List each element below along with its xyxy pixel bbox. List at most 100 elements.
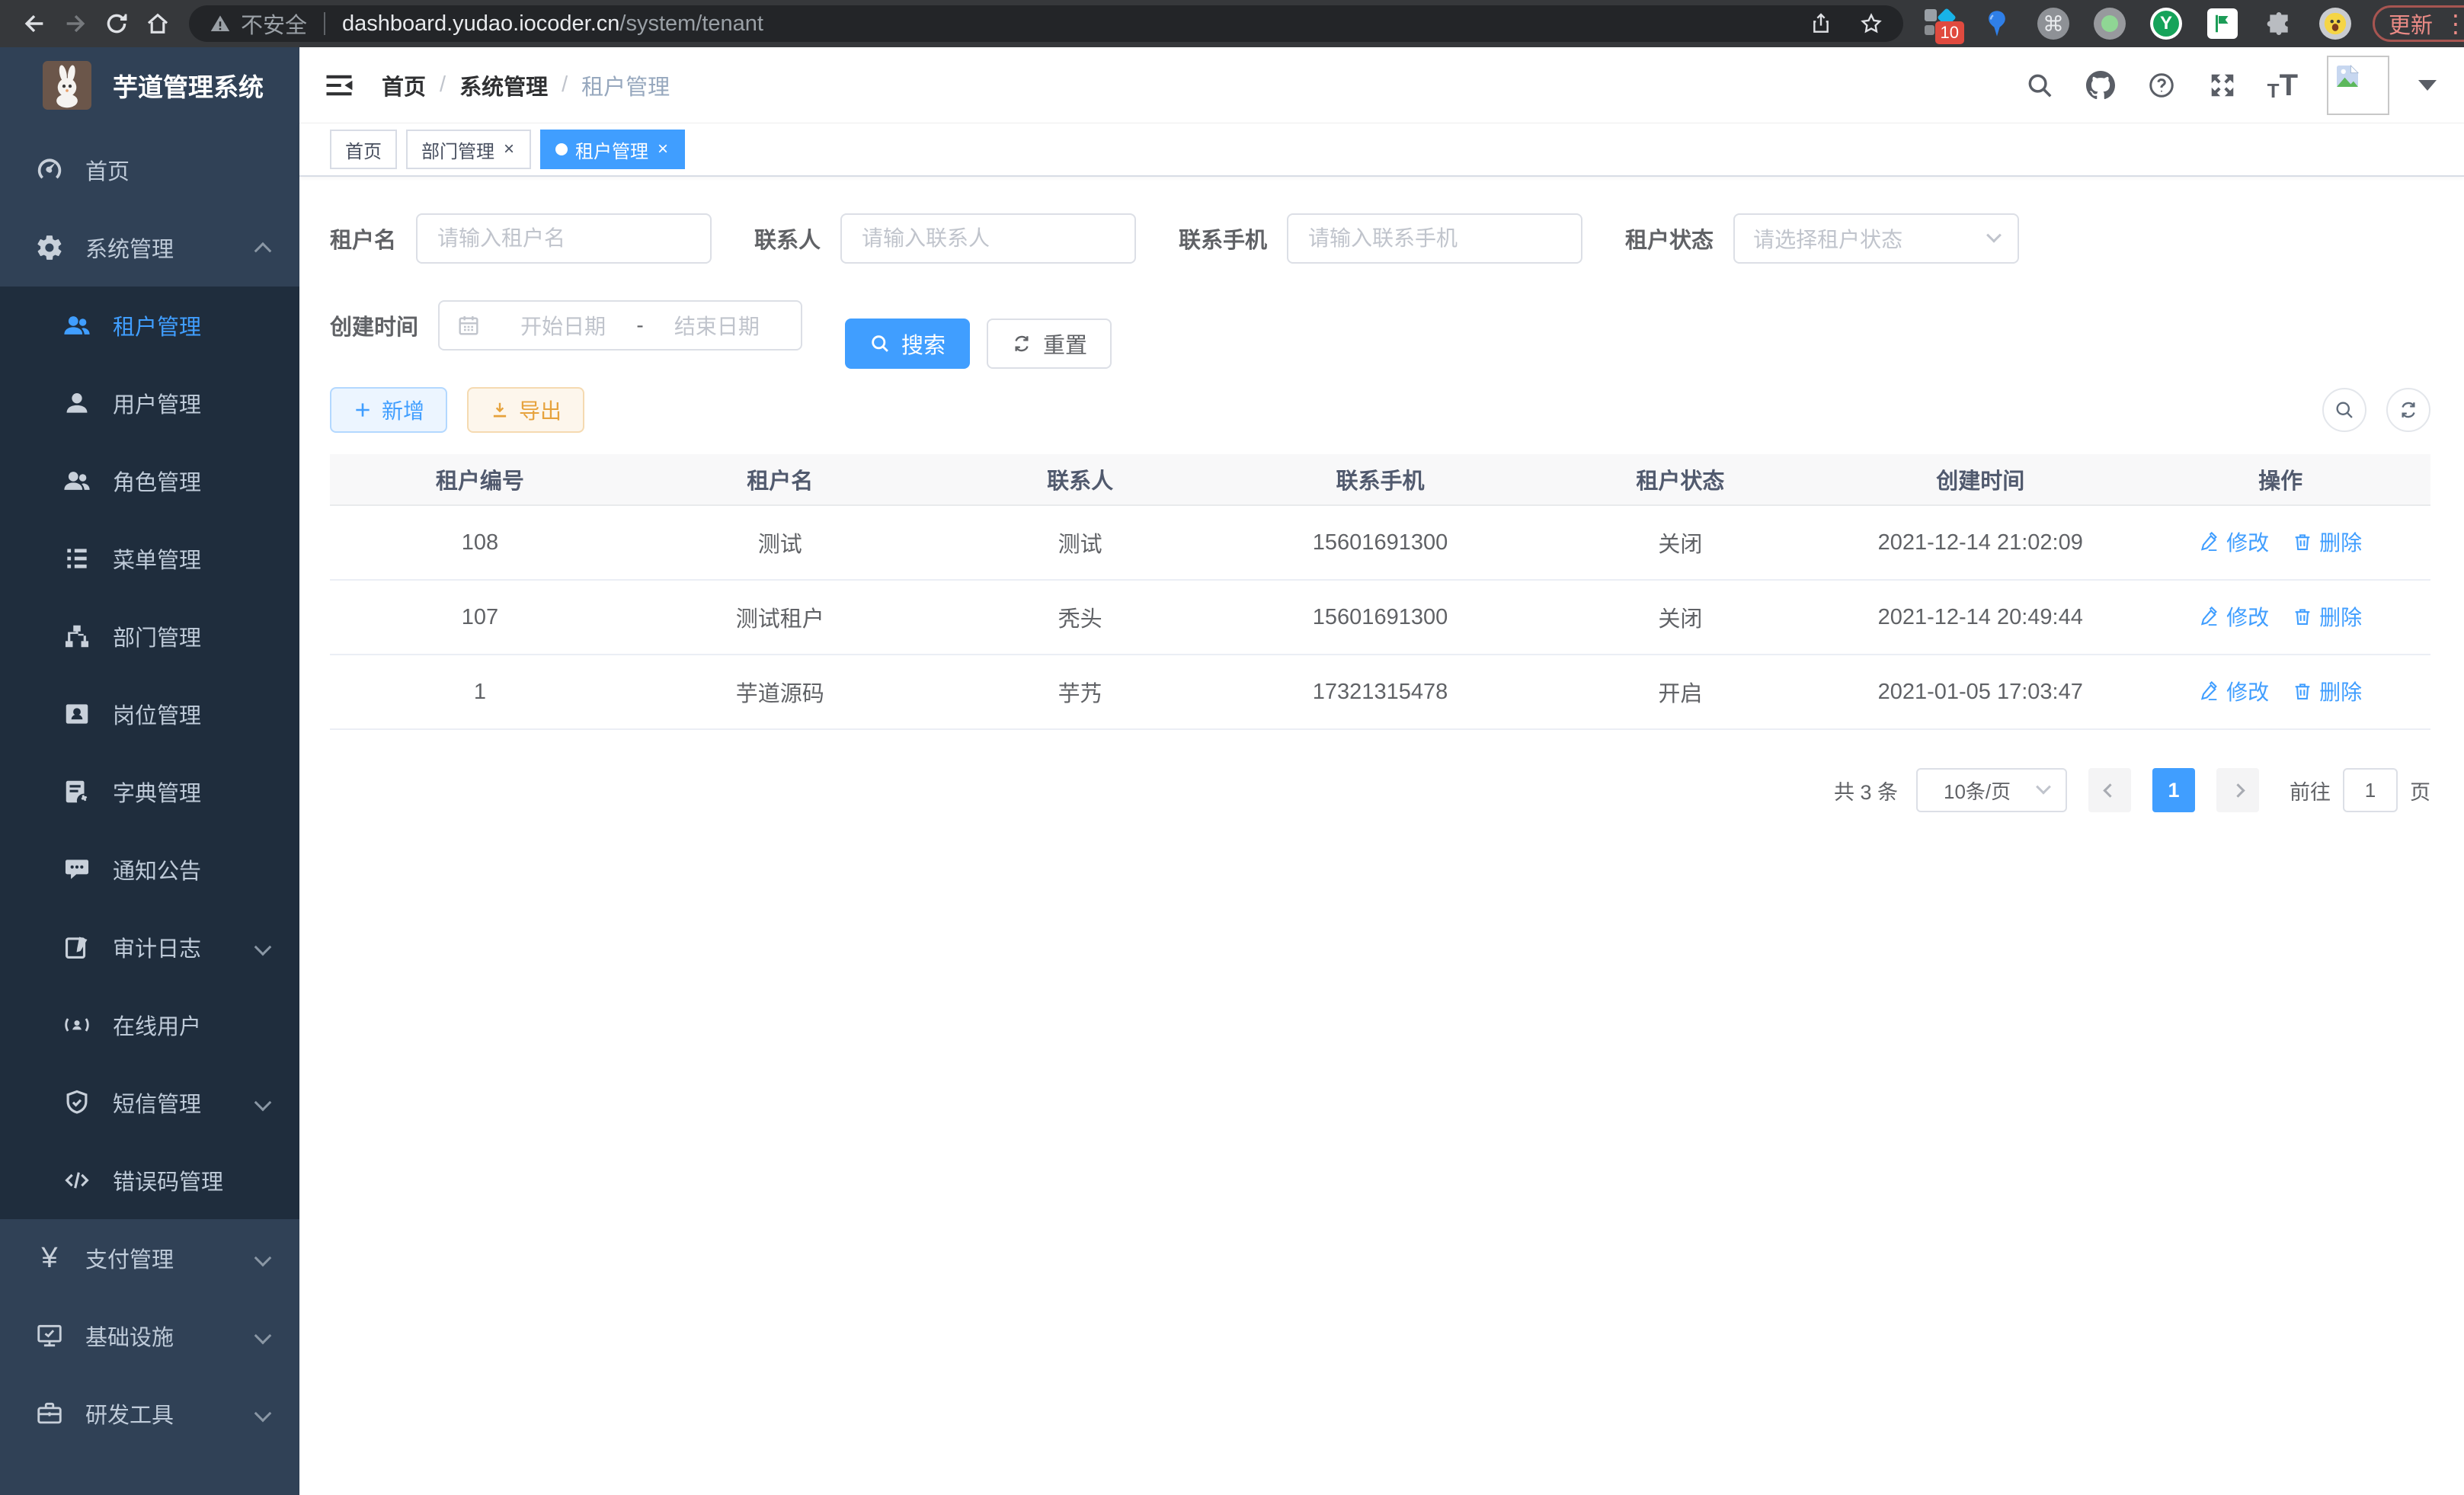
sidebar-item-post-management[interactable]: 岗位管理 — [0, 675, 299, 753]
contact-input[interactable] — [840, 213, 1136, 264]
browser-menu-kebab-icon[interactable]: ⋮ — [2443, 11, 2464, 36]
sidebar-item-sms-management[interactable]: 短信管理 — [0, 1064, 299, 1141]
status-select[interactable]: 请选择租户状态 — [1733, 213, 2019, 264]
browser-back-button[interactable] — [14, 3, 55, 44]
sidebar-item-infrastructure[interactable]: 基础设施 — [0, 1297, 299, 1375]
reset-button[interactable]: 重置 — [987, 319, 1112, 369]
tab-label: 首页 — [345, 136, 382, 163]
sidebar-item-user-management[interactable]: 用户管理 — [0, 364, 299, 442]
url-path[interactable]: /system/tenant — [619, 11, 763, 37]
toggle-search-button[interactable] — [2322, 388, 2366, 432]
extension-grid-icon[interactable]: 10 — [1923, 6, 1958, 41]
refresh-button[interactable] — [2386, 388, 2430, 432]
create-time-range-picker[interactable]: 开始日期 - 结束日期 — [438, 300, 802, 351]
tab-close-icon[interactable]: × — [656, 140, 670, 158]
table-cell: 15601691300 — [1230, 605, 1531, 630]
tenant-name-input[interactable] — [416, 213, 712, 264]
add-button[interactable]: 新增 — [330, 387, 447, 433]
delete-link[interactable]: 删除 — [2292, 527, 2362, 557]
sidebar-item-system-management[interactable]: 系统管理 — [0, 209, 299, 287]
sidebar-item-dept-management[interactable]: 部门管理 — [0, 597, 299, 675]
browser-forward-button[interactable] — [55, 3, 96, 44]
security-label[interactable]: 不安全 — [241, 8, 307, 40]
url-host[interactable]: dashboard.yudao.iocoder.cn — [342, 11, 619, 37]
extension-flag-icon[interactable] — [2205, 6, 2240, 41]
goto-page-input[interactable] — [2343, 768, 2398, 812]
header-search-icon[interactable] — [2024, 69, 2056, 101]
profile-avatar-icon[interactable] — [2318, 6, 2353, 41]
gear-icon — [35, 233, 64, 262]
sidebar-item-error-code-management[interactable]: 错误码管理 — [0, 1141, 299, 1219]
extension-y-icon[interactable]: Y — [2149, 6, 2184, 41]
tree-icon — [62, 544, 91, 573]
calendar-icon — [456, 313, 481, 338]
search-button[interactable]: 搜索 — [845, 319, 970, 369]
page-size-select[interactable]: 10条/页 — [1916, 768, 2067, 812]
mobile-input[interactable] — [1287, 213, 1582, 264]
delete-link[interactable]: 删除 — [2292, 676, 2362, 706]
sidebar-item-menu-management[interactable]: 菜单管理 — [0, 520, 299, 597]
user-avatar[interactable] — [2327, 56, 2389, 115]
tab-close-icon[interactable]: × — [502, 140, 516, 158]
table-cell: 1 — [330, 680, 630, 705]
avatar-caret-icon[interactable] — [2418, 80, 2437, 91]
sidebar-item-role-management[interactable]: 角色管理 — [0, 442, 299, 520]
breadcrumb-item[interactable]: 系统管理 — [459, 69, 548, 101]
pen-icon — [2199, 680, 2220, 702]
help-icon[interactable] — [2146, 69, 2178, 101]
table-cell: 秃头 — [930, 601, 1230, 633]
edit-link[interactable]: 修改 — [2199, 527, 2269, 557]
users-icon — [62, 311, 91, 340]
edit-link[interactable]: 修改 — [2199, 601, 2269, 632]
sidebar-item-label: 字典管理 — [113, 776, 201, 808]
app-logo[interactable]: 芋道管理系统 — [0, 47, 299, 123]
sidebar-item-dev-tools[interactable]: 研发工具 — [0, 1375, 299, 1452]
font-size-icon[interactable]: TT — [2267, 70, 2298, 101]
create-time-label: 创建时间 — [330, 309, 438, 341]
sidebar-item-label: 岗位管理 — [113, 698, 201, 730]
message-icon — [62, 855, 91, 884]
column-header: 操作 — [2130, 463, 2430, 495]
share-icon[interactable] — [1809, 11, 1833, 36]
chevron-down-icon — [254, 1327, 272, 1345]
edit-link[interactable]: 修改 — [2199, 676, 2269, 706]
sidebar-item-home[interactable]: 首页 — [0, 131, 299, 209]
column-header: 租户名 — [630, 463, 930, 495]
address-bar[interactable]: 不安全 dashboard.yudao.iocoder.cn/system/te… — [189, 5, 1903, 42]
sidebar-item-tenant-management[interactable]: 租户管理 — [0, 287, 299, 364]
page-number-1[interactable]: 1 — [2152, 768, 2195, 812]
extension-record-icon[interactable] — [2092, 6, 2127, 41]
tab-label: 租户管理 — [575, 136, 648, 163]
sidebar-item-online-users[interactable]: 在线用户 — [0, 986, 299, 1064]
next-page-button[interactable] — [2216, 768, 2259, 812]
browser-home-button[interactable] — [137, 3, 178, 44]
sidebar-item-label: 研发工具 — [85, 1397, 174, 1429]
tab-home[interactable]: 首页 — [330, 130, 397, 169]
sidebar-item-payment-management[interactable]: ¥支付管理 — [0, 1219, 299, 1297]
browser-reload-button[interactable] — [96, 3, 137, 44]
chevron-down-icon — [1986, 228, 2002, 243]
github-icon[interactable] — [2085, 69, 2117, 101]
end-date-placeholder[interactable]: 结束日期 — [650, 310, 784, 341]
extensions-row: 10 ⌘ Y — [1923, 6, 2353, 41]
sidebar-item-notice-announcement[interactable]: 通知公告 — [0, 831, 299, 908]
fullscreen-icon[interactable] — [2206, 69, 2238, 101]
security-warning-icon[interactable] — [209, 12, 232, 35]
sidebar-fold-icon[interactable] — [322, 69, 356, 102]
page-content: 租户名 联系人 联系手机 租户状态 请选择租户状态 — [299, 177, 2464, 1495]
tab-dept-management[interactable]: 部门管理× — [406, 130, 531, 169]
tab-tenant-management[interactable]: 租户管理 × — [540, 130, 685, 169]
breadcrumb-item[interactable]: 首页 — [382, 69, 426, 101]
sidebar-item-dict-management[interactable]: 字典管理 — [0, 753, 299, 831]
extension-command-icon[interactable]: ⌘ — [2036, 6, 2071, 41]
extension-balloon-icon[interactable] — [1979, 6, 2014, 41]
prev-page-button[interactable] — [2088, 768, 2131, 812]
start-date-placeholder[interactable]: 开始日期 — [496, 310, 630, 341]
sidebar-menu: 首页系统管理租户管理用户管理角色管理菜单管理部门管理岗位管理字典管理通知公告审计… — [0, 123, 299, 1452]
extensions-puzzle-icon[interactable] — [2261, 6, 2296, 41]
delete-link[interactable]: 删除 — [2292, 601, 2362, 632]
bookmark-star-icon[interactable] — [1859, 11, 1883, 36]
browser-update-button[interactable]: 更新 ⋮ — [2373, 5, 2464, 42]
sidebar-item-audit-log[interactable]: 审计日志 — [0, 908, 299, 986]
export-button[interactable]: 导出 — [467, 387, 584, 433]
